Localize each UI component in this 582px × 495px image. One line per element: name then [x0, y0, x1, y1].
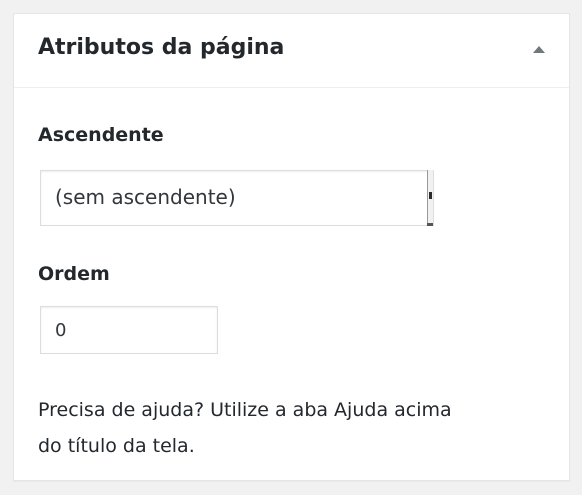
help-text: Precisa de ajuda? Utilize a aba Ajuda ac… — [38, 392, 548, 464]
help-text-line-2: do título da tela. — [38, 435, 195, 457]
order-input[interactable] — [40, 306, 218, 354]
page-attributes-panel: Atributos da página Ascendente (sem asce… — [13, 13, 570, 481]
panel-header[interactable]: Atributos da página — [14, 14, 569, 88]
parent-select[interactable]: (sem ascendente) — [40, 170, 434, 226]
arrow-up-icon[interactable] — [533, 46, 545, 53]
parent-select-value: (sem ascendente) — [55, 185, 236, 209]
panel-title: Atributos da página — [38, 35, 285, 60]
help-text-line-1: Precisa de ajuda? Utilize a aba Ajuda ac… — [38, 399, 452, 421]
select-arrow-icon[interactable] — [427, 170, 433, 226]
order-label: Ordem — [38, 263, 110, 285]
parent-label: Ascendente — [38, 124, 164, 146]
